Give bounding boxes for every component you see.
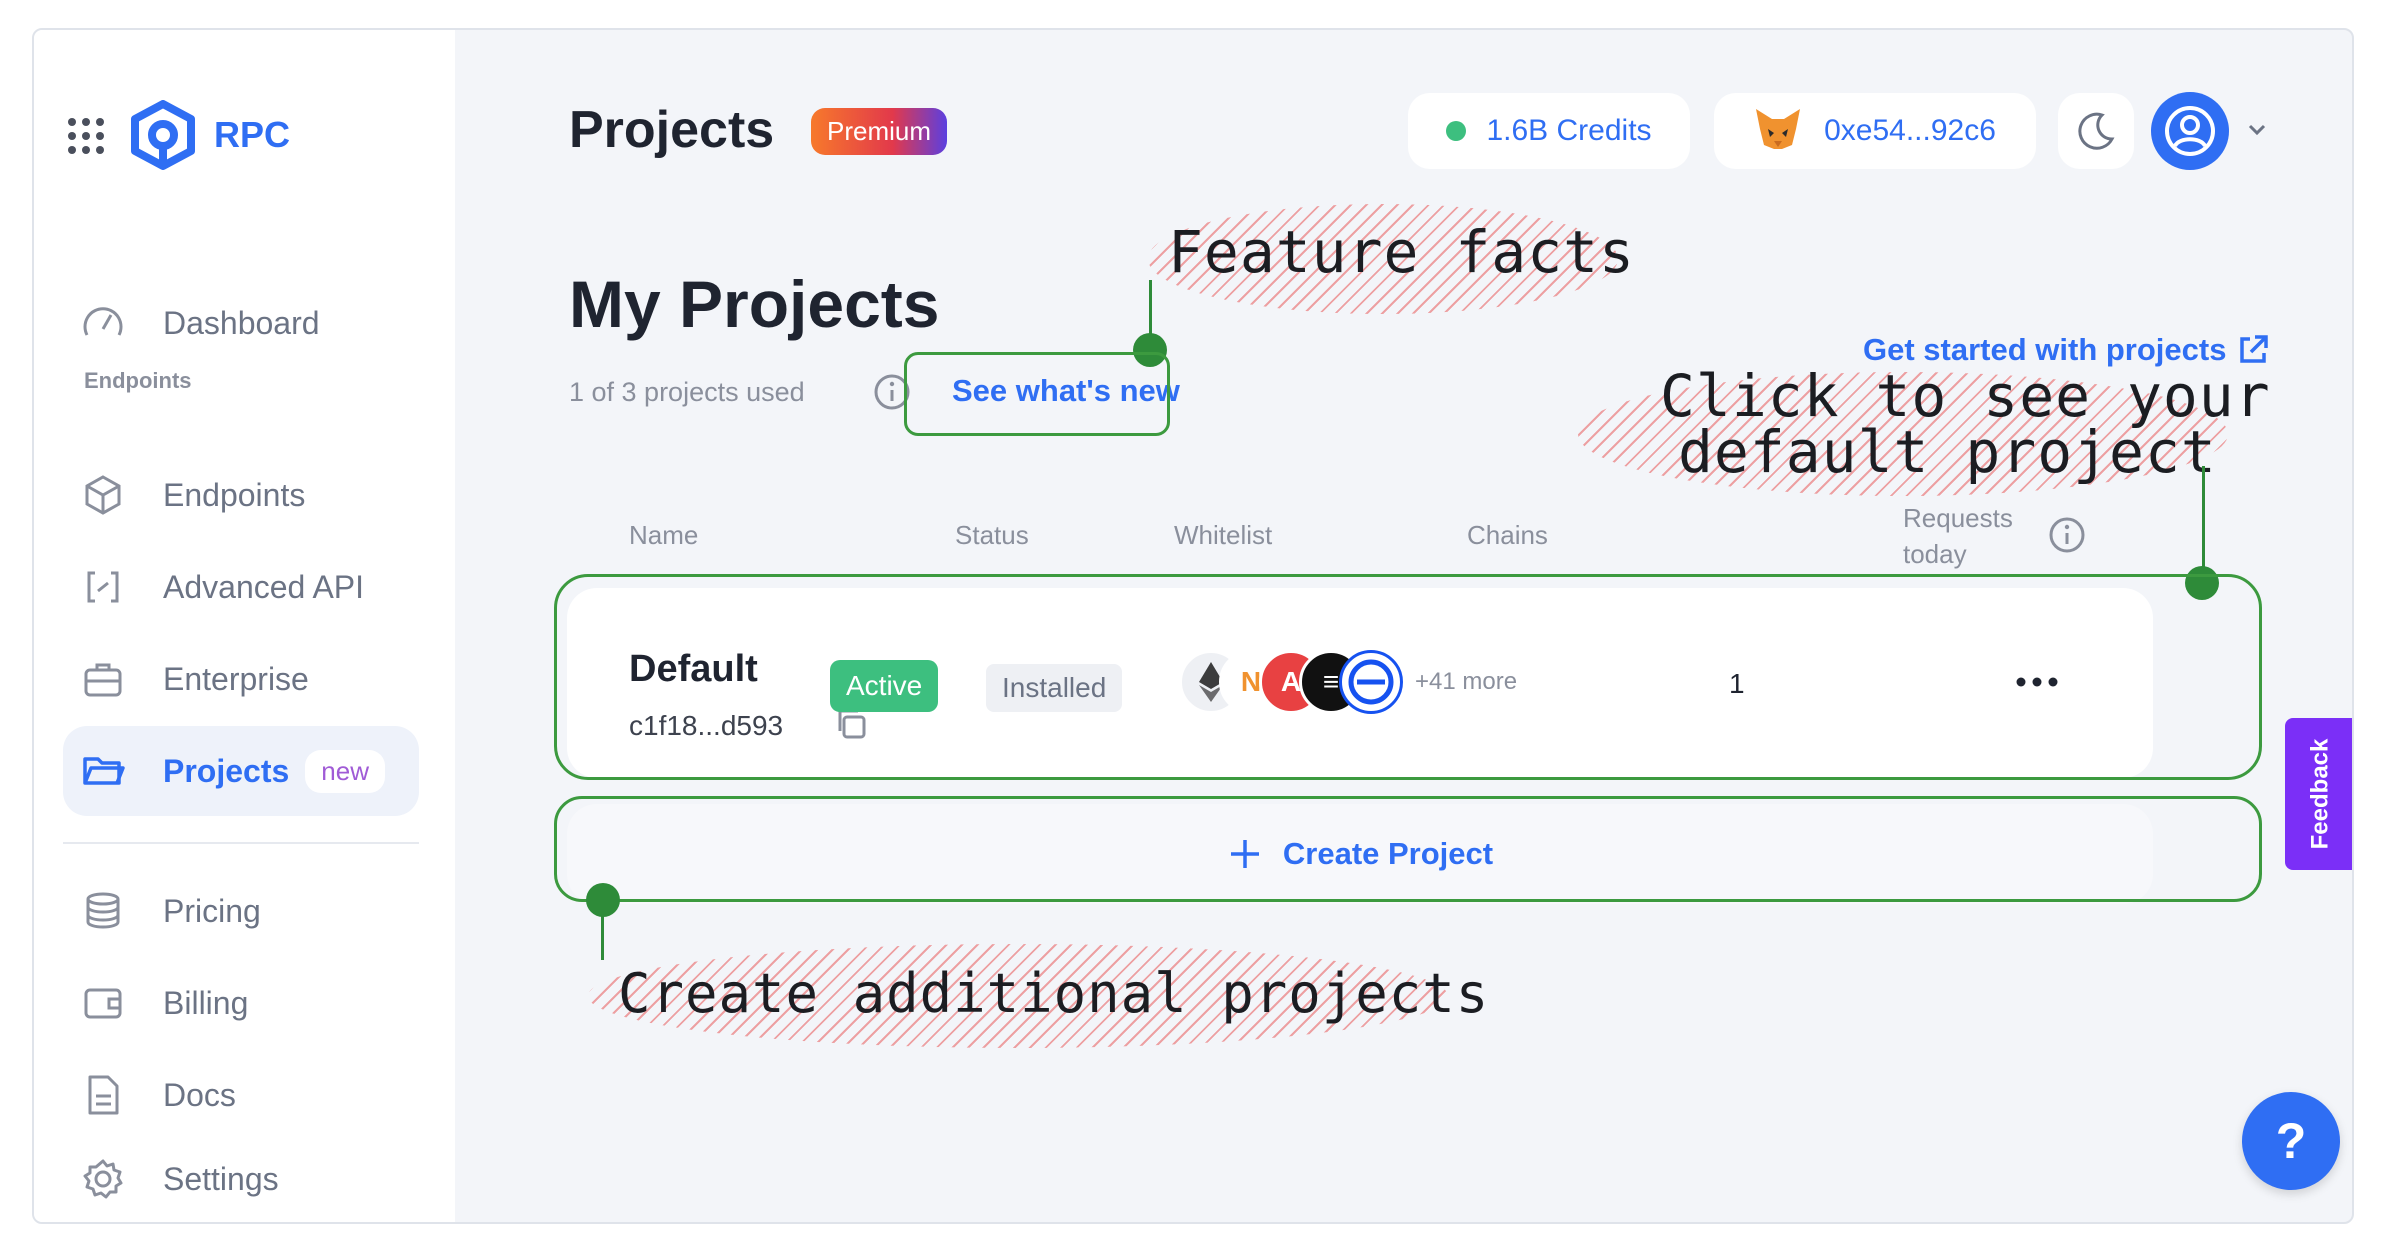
gauge-icon	[79, 299, 127, 347]
annotation-connector	[601, 904, 604, 960]
annotation-highlight-default-row	[554, 574, 2262, 780]
sidebar-item-advanced-api[interactable]: Advanced API	[63, 542, 419, 632]
sidebar-item-label: Advanced API	[163, 568, 365, 605]
annotation-highlight-whats-new	[904, 352, 1170, 436]
column-header-requests: Requests today	[1903, 500, 2013, 572]
column-header-requests-line2: today	[1903, 539, 1967, 569]
sidebar-item-label: Enterprise	[163, 660, 309, 697]
column-header-whitelist: Whitelist	[1174, 520, 1273, 550]
column-header-name: Name	[629, 520, 699, 550]
brand-logo[interactable]: RPC	[130, 100, 290, 170]
sidebar-item-label: Dashboard	[163, 304, 320, 341]
annotation-highlight-create	[554, 796, 2262, 902]
document-icon	[79, 1071, 127, 1119]
folder-icon	[79, 747, 127, 795]
chevron-down-icon[interactable]	[2245, 118, 2269, 147]
logo-hexagon-icon	[131, 100, 195, 170]
sidebar-item-pricing[interactable]: Pricing	[63, 866, 419, 956]
gear-icon	[79, 1155, 127, 1203]
credits-label: 1.6B Credits	[1486, 114, 1652, 147]
sidebar-item-billing[interactable]: Billing	[63, 958, 419, 1048]
apps-grid-icon[interactable]	[66, 116, 106, 156]
theme-toggle-button[interactable]	[2058, 93, 2134, 169]
sidebar-item-enterprise[interactable]: Enterprise	[63, 634, 419, 724]
sidebar-item-endpoints[interactable]: Endpoints	[63, 450, 419, 540]
sidebar-item-docs[interactable]: Docs	[63, 1050, 419, 1140]
coins-icon	[79, 887, 127, 935]
sidebar-item-label: Projects	[163, 752, 290, 789]
premium-badge: Premium	[811, 108, 948, 155]
page-title: Projects	[569, 101, 775, 159]
sidebar-item-label: Billing	[163, 984, 249, 1021]
api-brackets-icon	[79, 563, 127, 611]
wallet-icon	[79, 979, 127, 1027]
feedback-label: Feedback	[2306, 738, 2333, 850]
wallet-address: 0xe54...92c6	[1824, 114, 1996, 147]
briefcase-icon	[79, 655, 127, 703]
sidebar-item-settings[interactable]: Settings	[63, 1134, 419, 1222]
sidebar-item-projects[interactable]: Projects new	[63, 726, 419, 816]
brand-name: RPC	[214, 114, 291, 155]
sidebar-item-label: Endpoints	[163, 476, 306, 513]
feedback-tab[interactable]: Feedback	[2285, 718, 2352, 870]
annotation-create-more: Create additional projects	[618, 962, 1490, 1025]
new-badge: new	[305, 749, 385, 793]
sidebar-item-label: Settings	[163, 1160, 279, 1197]
credits-pill[interactable]: 1.6B Credits	[1408, 93, 1690, 169]
requests-info-icon[interactable]	[2048, 516, 2086, 559]
cube-icon	[79, 471, 127, 519]
column-header-chains: Chains	[1467, 520, 1548, 550]
fox-wallet-icon	[1754, 107, 1802, 156]
annotation-click-line2: default project	[1678, 418, 2217, 486]
column-header-requests-line1: Requests	[1903, 503, 2013, 533]
projects-usage-text: 1 of 3 projects used	[569, 377, 805, 407]
section-label-endpoints: Endpoints	[84, 368, 192, 393]
column-header-status: Status	[955, 520, 1029, 550]
sidebar-divider	[63, 842, 419, 844]
annotation-feature-facts: Feature facts	[1168, 218, 1635, 286]
my-projects-heading: My Projects	[569, 267, 940, 341]
help-button[interactable]: ?	[2242, 1092, 2340, 1190]
user-icon	[2165, 106, 2215, 156]
user-avatar-button[interactable]	[2151, 92, 2229, 170]
sidebar-item-label: Pricing	[163, 892, 261, 929]
help-label: ?	[2275, 1113, 2307, 1169]
moon-icon	[2078, 112, 2115, 150]
sidebar: RPC Dashboard Endpoints Endpoints Advanc…	[34, 30, 455, 1222]
wallet-pill[interactable]: 0xe54...92c6	[1714, 93, 2036, 169]
sidebar-item-label: Docs	[163, 1076, 236, 1113]
sidebar-item-dashboard[interactable]: Dashboard	[63, 278, 419, 368]
credits-status-dot	[1446, 121, 1467, 141]
